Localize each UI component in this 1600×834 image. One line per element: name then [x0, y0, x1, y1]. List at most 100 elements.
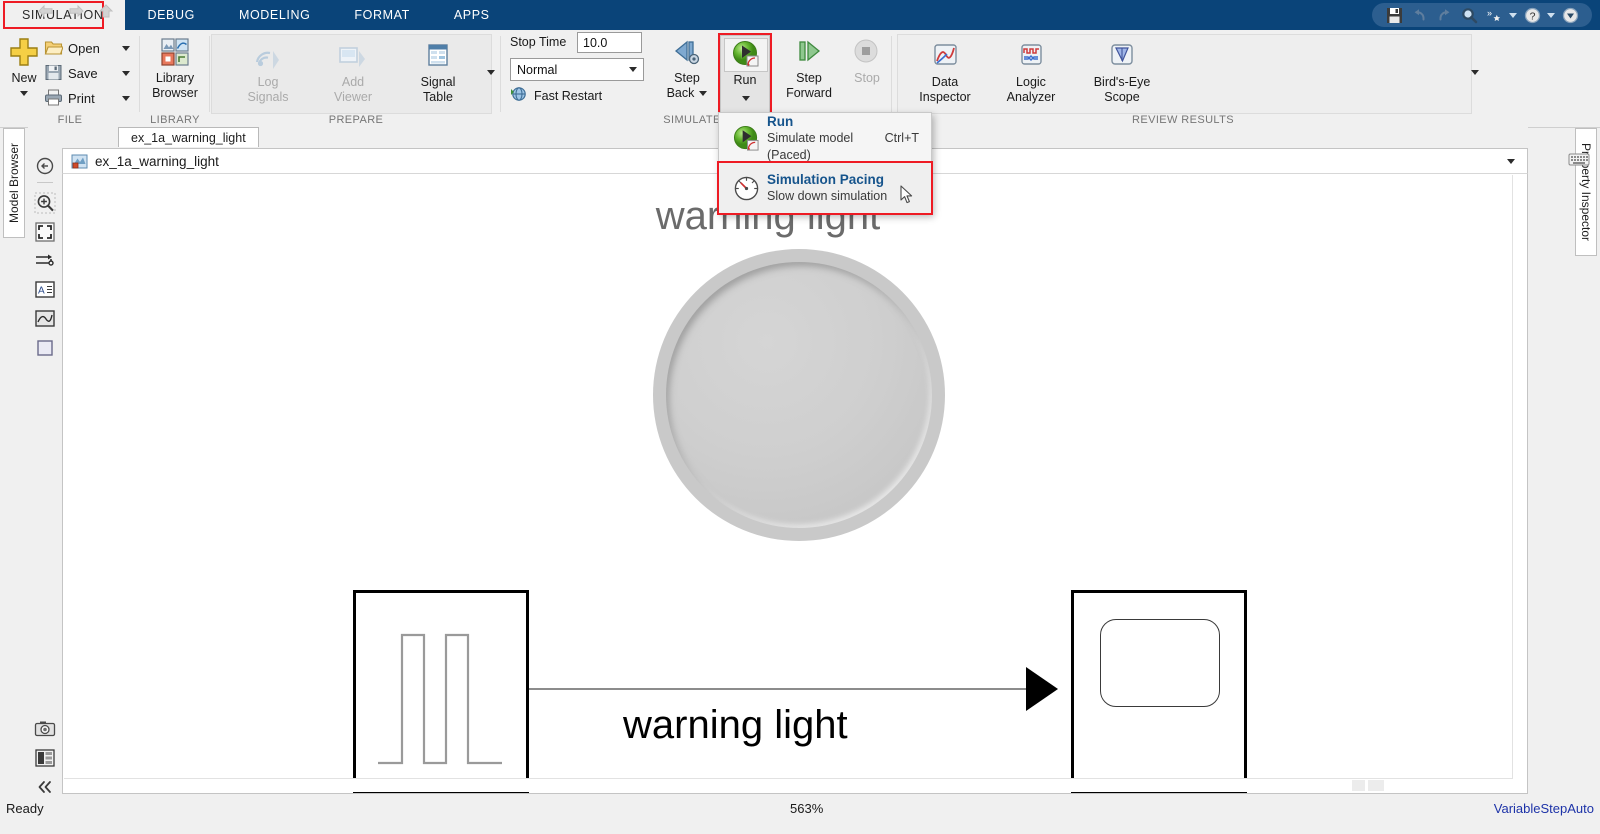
status-solver-link[interactable]: VariableStepAuto [1494, 801, 1594, 816]
forward-arrow-icon[interactable] [66, 2, 86, 20]
run-dropdown-menu[interactable]: Run Simulate model (Paced) Ctrl+T Simula… [717, 112, 933, 215]
step-back-button[interactable]: Step Back [654, 38, 720, 101]
signal-wire[interactable] [529, 688, 1029, 690]
simulation-mode-select[interactable]: Normal [510, 58, 644, 81]
fast-restart-label: Fast Restart [534, 88, 603, 103]
property-inspector-panel-tab[interactable]: Property Inspector [1575, 128, 1597, 256]
run-icon-area[interactable] [724, 38, 768, 72]
display-lamp-block[interactable] [1071, 590, 1247, 793]
pacing-gauge-icon [731, 173, 761, 203]
redo-icon[interactable] [1434, 5, 1454, 25]
canvas-horizontal-scrollbar[interactable] [64, 778, 1513, 792]
step-forward-button[interactable]: Step Forward [774, 38, 844, 101]
signal-routing-icon[interactable] [33, 249, 57, 273]
shortcuts-icon[interactable]: » [1484, 5, 1504, 25]
zoom-fit-to-view-icon[interactable] [33, 154, 57, 178]
logic-analyzer-button[interactable]: Logic Analyzer [993, 42, 1069, 105]
annotation-icon[interactable]: A [33, 278, 57, 302]
step-forward-label-1: Step [796, 71, 822, 85]
pulse-generator-block[interactable] [353, 590, 529, 793]
canvas-vertical-scrollbar[interactable] [1512, 175, 1526, 779]
subsystem-icon[interactable] [33, 336, 57, 360]
up-arrow-icon[interactable] [96, 2, 116, 20]
scroll-thumb[interactable] [1352, 780, 1365, 791]
run-dropdown-chevron-down-icon[interactable] [742, 96, 750, 101]
step-back-label-1: Step [674, 71, 700, 85]
chevron-down-icon[interactable] [699, 91, 708, 96]
menu-item-run-subtitle: Simulate model (Paced) [767, 130, 854, 162]
dropdown-circle-icon[interactable] [1560, 5, 1580, 25]
tab-format[interactable]: FORMAT [332, 0, 431, 30]
prepare-expand-chevron-down-icon[interactable] [487, 70, 495, 75]
chevron-down-icon[interactable] [122, 96, 130, 101]
tab-apps[interactable]: APPS [432, 0, 512, 30]
undo-icon[interactable] [1409, 5, 1429, 25]
search-icon[interactable] [1459, 5, 1479, 25]
quick-access-toolbar: » ? [1372, 3, 1592, 27]
signal-table-label-1: Signal [420, 75, 456, 89]
ribbon-group-file: New Open Save Print FILE [0, 30, 140, 127]
library-browser-button[interactable]: Library Browser [140, 38, 210, 101]
chevron-down-icon[interactable] [20, 91, 28, 96]
new-button[interactable]: New [4, 36, 44, 96]
signal-label[interactable]: warning light [623, 703, 848, 748]
breadcrumb-chevron-down-icon[interactable] [1507, 158, 1515, 164]
status-ready-text: Ready [6, 801, 44, 816]
tab-apps-label: APPS [453, 8, 490, 22]
log-signals-label-1: Log [257, 75, 279, 89]
log-signals-button[interactable]: Log Signals [231, 42, 305, 105]
add-viewer-label-1: Add [341, 75, 365, 89]
save-icon[interactable] [1384, 5, 1404, 25]
divider [891, 36, 892, 112]
print-button[interactable]: Print [44, 86, 136, 111]
logic-analyzer-label-2: Analyzer [1006, 90, 1056, 104]
run-split-button[interactable]: Run [720, 35, 770, 117]
tab-modeling[interactable]: MODELING [217, 0, 332, 30]
svg-text:»: » [1487, 8, 1492, 18]
camera-icon[interactable] [33, 717, 57, 741]
scroll-thumb[interactable] [1368, 780, 1384, 791]
chevron-down-icon[interactable] [122, 71, 130, 76]
fast-restart-icon [510, 86, 528, 105]
model-browser-panel-tab[interactable]: Model Browser [3, 128, 25, 238]
run-green-icon [731, 123, 761, 153]
birds-eye-scope-button[interactable]: Bird's-Eye Scope [1079, 42, 1165, 105]
fit-to-screen-icon[interactable] [33, 220, 57, 244]
model-tab[interactable]: ex_1a_warning_light [118, 127, 259, 147]
zoom-in-region-icon[interactable] [33, 191, 57, 215]
chevron-down-icon[interactable] [1509, 12, 1517, 18]
mouse-cursor [900, 185, 914, 205]
signal-table-icon [421, 42, 455, 75]
tab-debug[interactable]: DEBUG [125, 0, 216, 30]
svg-text:A: A [38, 286, 45, 297]
data-inspector-button[interactable]: Data Inspector [907, 42, 983, 105]
save-button[interactable]: Save [44, 61, 136, 86]
back-arrow-icon[interactable] [36, 2, 56, 20]
ribbon-tab-bar: SIMULATION DEBUG MODELING FORMAT APPS » [0, 0, 1600, 30]
ribbon-group-review-label: REVIEW RESULTS [1132, 114, 1234, 126]
layout-icon[interactable] [33, 746, 57, 770]
status-zoom-level[interactable]: 563% [790, 801, 823, 816]
print-button-label: Print [68, 91, 95, 106]
model-canvas[interactable]: warning light warning light [62, 174, 1528, 794]
model-browser-panel-label: Model Browser [7, 142, 21, 224]
step-forward-icon [792, 38, 826, 71]
chevron-down-icon[interactable] [1547, 12, 1555, 18]
help-icon[interactable]: ? [1522, 5, 1542, 25]
library-browser-label-1: Library [155, 71, 195, 85]
add-viewer-button[interactable]: Add Viewer [316, 42, 390, 105]
keyboard-icon[interactable] [1568, 152, 1590, 167]
menu-item-run[interactable]: Run Simulate model (Paced) Ctrl+T [719, 113, 931, 163]
printer-icon [44, 88, 63, 110]
chevron-down-icon[interactable] [122, 46, 130, 51]
signal-table-button[interactable]: Signal Table [401, 42, 475, 105]
stop-time-input[interactable]: 10.0 [577, 32, 642, 53]
tab-modeling-label: MODELING [238, 8, 311, 22]
review-expand-chevron-down-icon[interactable] [1471, 70, 1479, 75]
fast-restart-button[interactable]: Fast Restart [510, 86, 602, 105]
open-button[interactable]: Open [44, 36, 136, 61]
birds-eye-scope-icon [1106, 42, 1138, 75]
stop-button[interactable]: Stop [844, 38, 890, 86]
viewer-icon[interactable] [33, 307, 57, 331]
dashboard-lamp-block[interactable] [653, 249, 945, 541]
